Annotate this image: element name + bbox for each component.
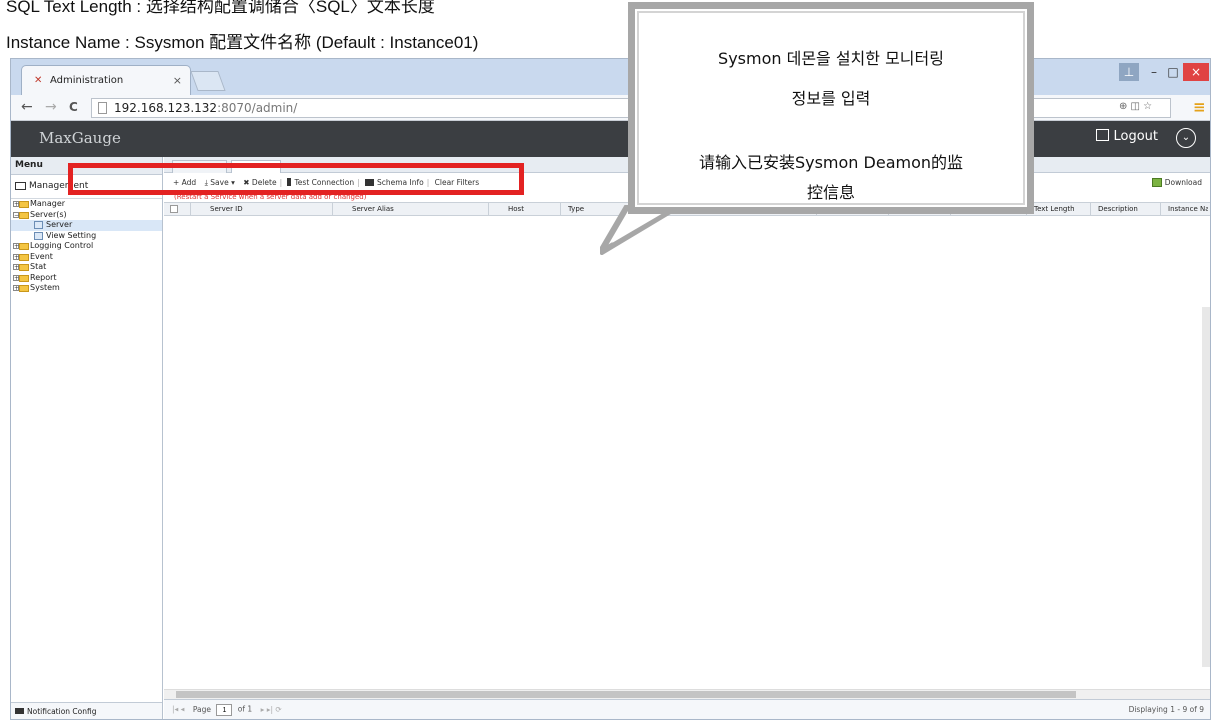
tree-label: Stat	[30, 262, 47, 271]
envelope-icon	[15, 708, 24, 714]
column-separator	[488, 203, 489, 215]
zoom-translate-star-icons[interactable]: ⊕ ◫ ☆	[1119, 101, 1152, 112]
first-prev-page-buttons[interactable]: |◂ ◂	[172, 705, 184, 714]
back-button[interactable]: ←	[21, 99, 33, 115]
column-description[interactable]: Description	[1098, 205, 1138, 213]
folder-icon	[19, 253, 29, 261]
select-all-checkbox[interactable]	[170, 205, 178, 213]
toolbar-highlight-box	[68, 163, 524, 195]
column-instance-name[interactable]: Instance Na	[1168, 205, 1208, 213]
doc-line-1: SQL Text Length : 选择结构配置调储合〈SQL〉文本长度	[6, 0, 435, 16]
tree-label: View Setting	[46, 230, 97, 240]
folder-icon	[19, 285, 29, 292]
page-icon	[98, 102, 107, 114]
tree-label: Event	[30, 251, 53, 261]
tree-item-server[interactable]: Server	[11, 220, 162, 231]
column-separator	[332, 203, 333, 215]
url-path: :8070/admin/	[217, 101, 298, 115]
folder-open-icon	[19, 211, 29, 219]
column-server-id[interactable]: Server ID	[210, 205, 243, 213]
callout-bubble: Sysmon 데몬을 설치한 모니터링 정보를 입력 请输入已安装Sysmon …	[628, 2, 1034, 214]
user-icon[interactable]: ⊥	[1119, 63, 1139, 81]
scroll-thumb[interactable]	[176, 691, 1076, 698]
tab-close-icon[interactable]: ×	[173, 74, 182, 87]
sidebar-menu: Menu Management + Manager − Server(s) Serv…	[11, 157, 163, 719]
callout-line-zh-1: 请输入已安装Sysmon Deamon的监	[698, 153, 964, 172]
tree-label: Logging Control	[30, 241, 94, 250]
brand-logo: MaxGauge	[39, 129, 121, 147]
tree-item-report[interactable]: + Report	[11, 273, 162, 284]
tree-item-manager[interactable]: + Manager	[11, 199, 162, 210]
page-of-label: of 1	[237, 704, 253, 714]
tree-item-stat[interactable]: + Stat	[11, 262, 162, 273]
column-host[interactable]: Host	[508, 205, 524, 213]
tree-item-logging-control[interactable]: + Logging Control	[11, 241, 162, 252]
tree-label: Manager	[30, 199, 66, 208]
folder-icon	[19, 243, 29, 250]
page-number-input[interactable]	[216, 704, 233, 716]
notification-label: Notification Config	[27, 707, 97, 716]
column-separator	[190, 203, 191, 215]
url-host: 192.168.123.132	[114, 101, 218, 115]
tree-item-servers[interactable]: − Server(s)	[11, 210, 162, 221]
excel-icon	[1151, 178, 1162, 187]
tree-item-system[interactable]: + System	[11, 283, 162, 294]
tab-title: Administration	[50, 75, 124, 86]
displaying-count: Displaying 1 - 9 of 9	[1128, 705, 1204, 714]
next-last-refresh-buttons[interactable]: ▸ ▸| ⟳	[261, 705, 282, 714]
pagination-bar: |◂ ◂ Page of 1 ▸ ▸| ⟳ Displaying 1 - 9 o…	[164, 699, 1210, 719]
new-tab-button[interactable]	[190, 71, 226, 91]
maximize-button[interactable]: □	[1164, 63, 1182, 81]
column-separator	[1090, 203, 1091, 215]
tree-label: Server(s)	[30, 209, 67, 219]
minimize-button[interactable]: –	[1144, 63, 1164, 81]
tab-favicon-icon: ✕	[34, 75, 43, 86]
column-server-alias[interactable]: Server Alias	[352, 205, 394, 213]
forward-button[interactable]: →	[45, 99, 57, 115]
close-window-button[interactable]: ×	[1183, 63, 1209, 81]
menu-tree: + Manager − Server(s) Server View Setting …	[11, 199, 162, 294]
column-text-length[interactable]: Text Length	[1034, 205, 1075, 213]
callout-line-ko-1: Sysmon 데몬을 설치한 모니터링	[718, 49, 944, 68]
horizontal-scrollbar[interactable]	[164, 689, 1210, 699]
column-separator	[1160, 203, 1161, 215]
tree-label: Server	[46, 220, 73, 229]
vertical-scrollbar[interactable]	[1202, 307, 1210, 667]
callout-line-zh-2: 控信息	[806, 183, 855, 202]
page-label: Page	[192, 704, 212, 714]
browser-menu-icon[interactable]: ≡	[1193, 98, 1206, 116]
tree-item-view-setting[interactable]: View Setting	[11, 231, 162, 242]
monitor-icon	[15, 182, 26, 190]
logout-button[interactable]: Logout	[1096, 129, 1158, 144]
tree-item-event[interactable]: + Event	[11, 252, 162, 263]
folder-icon	[19, 264, 29, 271]
column-separator	[560, 203, 561, 215]
callout-line-ko-2: 정보를 입력	[791, 89, 871, 108]
logout-icon	[1096, 129, 1110, 141]
tree-label: Report	[30, 272, 57, 282]
download-button[interactable]: Download	[1151, 178, 1202, 187]
download-label: Download	[1164, 178, 1202, 187]
logout-label: Logout	[1113, 129, 1158, 144]
notification-config-button[interactable]: Notification Config	[11, 702, 162, 719]
page-icon	[34, 221, 43, 229]
user-menu-icon[interactable]: ⌄	[1176, 128, 1196, 148]
reload-button[interactable]: C	[69, 100, 78, 114]
browser-tab[interactable]: ✕ Administration ×	[21, 65, 191, 95]
column-type[interactable]: Type	[568, 205, 584, 213]
page-icon	[34, 231, 43, 240]
doc-line-2: Instance Name : Ssysmon 配置文件名称 (Default …	[6, 33, 479, 52]
folder-icon	[19, 201, 29, 208]
folder-icon	[19, 274, 29, 282]
tree-label: System	[30, 283, 60, 292]
